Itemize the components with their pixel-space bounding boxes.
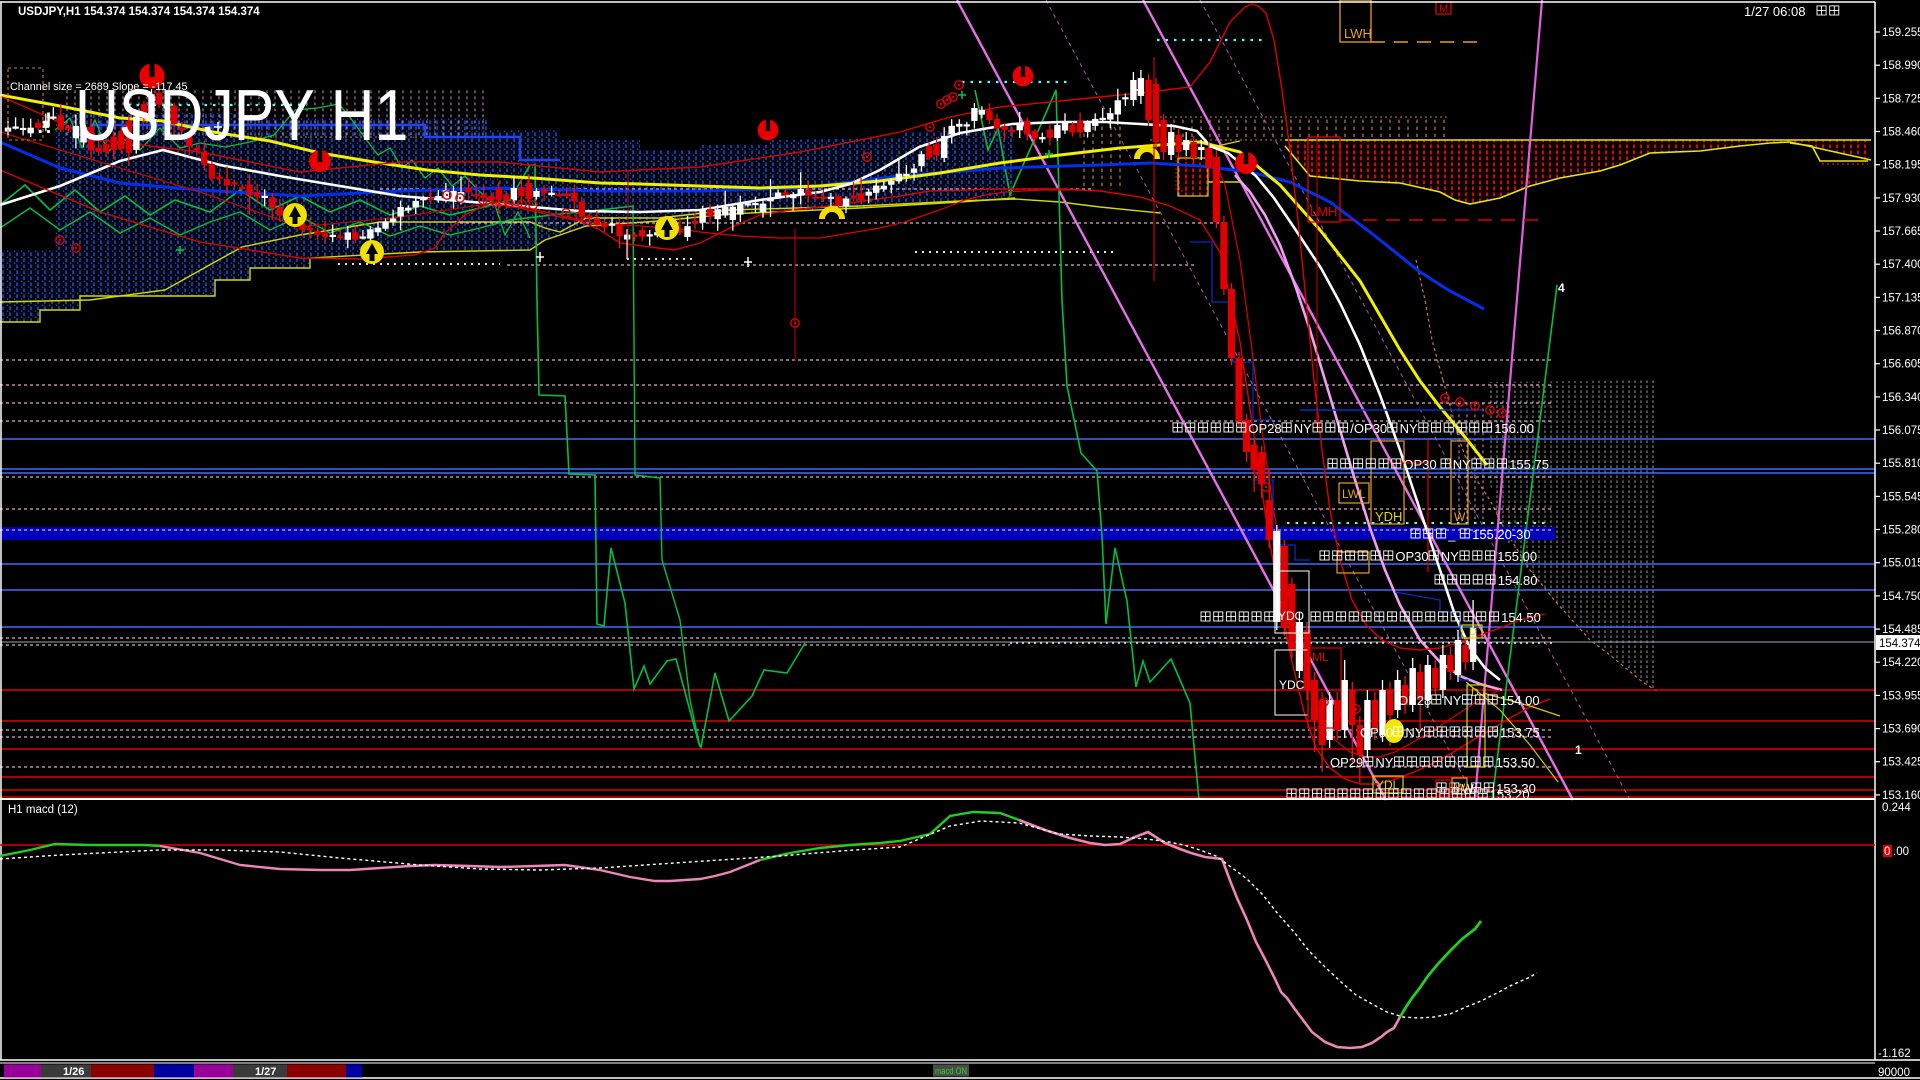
svg-text:W: W: [1454, 510, 1466, 524]
svg-text:155.810: 155.810: [1882, 458, 1920, 470]
svg-text:153.955: 153.955: [1882, 690, 1920, 702]
svg-text:LWL: LWL: [1342, 487, 1366, 501]
svg-text:153.425: 153.425: [1882, 757, 1920, 769]
svg-text:NY: NY: [1405, 725, 1423, 740]
svg-text:154.50: 154.50: [1501, 610, 1541, 625]
svg-text:OP30: OP30: [1395, 549, 1428, 564]
svg-text:0.244: 0.244: [1882, 802, 1911, 814]
svg-text:1: 1: [1575, 743, 1582, 757]
svg-text:LWH: LWH: [1344, 26, 1372, 41]
svg-text:NY: NY: [1453, 457, 1471, 472]
svg-text:157.135: 157.135: [1882, 292, 1920, 304]
svg-text:90000: 90000: [1878, 1067, 1910, 1079]
svg-text:153.50: 153.50: [1496, 755, 1536, 770]
svg-text:157.930: 157.930: [1882, 193, 1920, 205]
svg-text:154.374: 154.374: [1879, 638, 1920, 650]
svg-text:M: M: [1439, 3, 1448, 15]
svg-text:153.160: 153.160: [1882, 790, 1920, 802]
svg-text:.00: .00: [1893, 846, 1909, 858]
svg-text:4: 4: [1558, 281, 1565, 295]
svg-text:NY: NY: [1443, 693, 1461, 708]
svg-text:155.015: 155.015: [1882, 558, 1920, 570]
svg-text:1/26: 1/26: [63, 1066, 84, 1078]
svg-text:NY: NY: [1294, 421, 1312, 436]
svg-text:156.075: 156.075: [1882, 425, 1920, 437]
svg-text:153.75: 153.75: [1500, 725, 1540, 740]
svg-text:-1.162: -1.162: [1878, 1048, 1911, 1060]
svg-text:NY: NY: [1375, 755, 1393, 770]
svg-text:154.485: 154.485: [1882, 624, 1920, 636]
svg-text:1/27 06:08: 1/27 06:08: [1744, 4, 1805, 19]
svg-text:YDO: YDO: [1278, 609, 1304, 623]
svg-text:157.400: 157.400: [1882, 259, 1920, 271]
svg-text:155.280: 155.280: [1882, 525, 1920, 537]
svg-text:156.870: 156.870: [1882, 326, 1920, 338]
svg-text:.!: .!: [36, 107, 53, 140]
svg-text:158.460: 158.460: [1882, 127, 1920, 139]
svg-text:158.725: 158.725: [1882, 93, 1920, 105]
svg-text:159.255: 159.255: [1882, 27, 1920, 39]
svg-text:156.00: 156.00: [1494, 421, 1534, 436]
svg-text:D: D: [1469, 626, 1477, 638]
svg-text:W: W: [1455, 782, 1466, 794]
svg-text:USDJPY,H1 154.374 154.374 154: USDJPY,H1 154.374 154.374 154.374 154.37…: [18, 6, 260, 18]
svg-text:NY: NY: [1400, 421, 1418, 436]
svg-text:154.80: 154.80: [1498, 573, 1538, 588]
svg-text:0: 0: [1884, 846, 1890, 858]
svg-text:154.750: 154.750: [1882, 591, 1920, 603]
svg-text:_: _: [1447, 527, 1456, 542]
svg-text:macd ON: macd ON: [935, 1066, 967, 1076]
svg-text:155.545: 155.545: [1882, 491, 1920, 503]
svg-text:H1 macd (12): H1 macd (12): [8, 804, 78, 816]
svg-text:156.340: 156.340: [1882, 392, 1920, 404]
svg-text:ML: ML: [1312, 650, 1329, 664]
svg-text:1/27: 1/27: [255, 1066, 276, 1078]
svg-text:154.00: 154.00: [1500, 693, 1540, 708]
svg-text:155.00: 155.00: [1497, 549, 1537, 564]
svg-text:OP29: OP29: [1330, 755, 1363, 770]
svg-text:154.220: 154.220: [1882, 657, 1920, 669]
svg-text:YDL: YDL: [1376, 778, 1400, 792]
svg-text:155.20-30: 155.20-30: [1472, 527, 1531, 542]
svg-text:157.665: 157.665: [1882, 226, 1920, 238]
svg-text:LMH: LMH: [1310, 204, 1337, 219]
svg-text:153.690: 153.690: [1882, 724, 1920, 736]
svg-text:OP30: OP30: [1360, 725, 1393, 740]
svg-text:158.990: 158.990: [1882, 60, 1920, 72]
svg-text:NY: NY: [1441, 549, 1459, 564]
svg-text:YDH: YDH: [1375, 509, 1402, 524]
svg-text:156.605: 156.605: [1882, 359, 1920, 371]
svg-text:OP30: OP30: [1403, 457, 1436, 472]
svg-text:155.75: 155.75: [1509, 457, 1549, 472]
svg-text:158.195: 158.195: [1882, 160, 1920, 172]
svg-text:OP28: OP28: [1398, 693, 1431, 708]
svg-text:OP28: OP28: [1248, 421, 1281, 436]
svg-text:USDJPY H1: USDJPY H1: [75, 76, 408, 156]
svg-text:/OP30: /OP30: [1350, 421, 1387, 436]
svg-text:YDC: YDC: [1279, 678, 1305, 692]
